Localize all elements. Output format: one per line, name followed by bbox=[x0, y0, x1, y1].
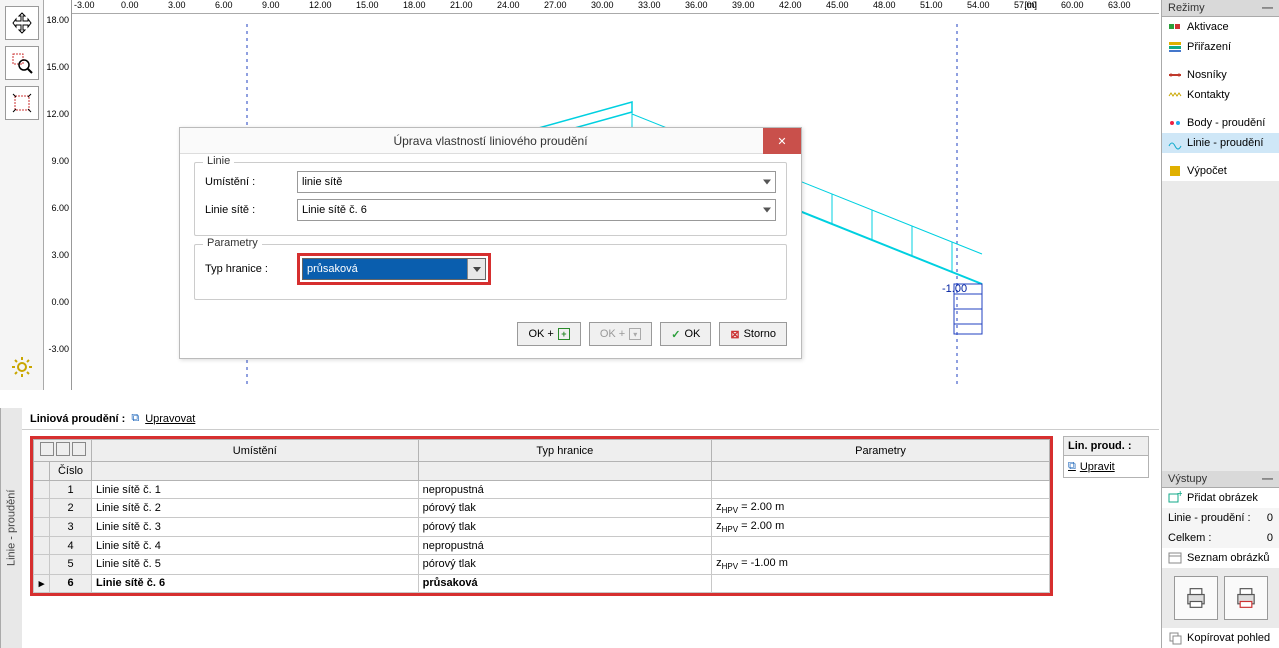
svg-text:+: + bbox=[1177, 491, 1182, 500]
ruler-left: 18.0015.0012.009.006.003.000.00-3.00 bbox=[44, 0, 72, 390]
mode-body-proudeni[interactable]: Body - proudění bbox=[1162, 113, 1279, 133]
panel-header-outputs: Výstupy — bbox=[1162, 471, 1279, 488]
collapse-icon[interactable]: — bbox=[1262, 2, 1273, 14]
output-count-celkem: Celkem :0 bbox=[1162, 528, 1279, 548]
col-umisteni: Umístění bbox=[92, 440, 419, 462]
side-edit-box: Lin. proud. : ⧉Upravit bbox=[1063, 436, 1149, 602]
table-row[interactable]: 4Linie sítě č. 4nepropustná bbox=[34, 537, 1050, 555]
ok-plus-button[interactable]: OK ++ bbox=[517, 322, 580, 346]
legend-parametry: Parametry bbox=[203, 237, 262, 249]
legend-linie: Linie bbox=[203, 155, 234, 167]
list-images-button[interactable]: Seznam obrázků bbox=[1162, 548, 1279, 568]
select-typ-hranice[interactable]: průsaková bbox=[302, 258, 486, 280]
settings-gear[interactable] bbox=[5, 350, 39, 384]
move-tool[interactable] bbox=[5, 6, 39, 40]
select-linie-site[interactable]: Linie sítě č. 6 bbox=[297, 199, 776, 221]
ok-button[interactable]: ✓OK bbox=[660, 322, 711, 346]
fieldset-parametry: Parametry Typ hranice : průsaková bbox=[194, 244, 787, 300]
dialog-title-text: Úprava vlastností liniového proudění bbox=[180, 134, 801, 148]
table-row[interactable]: 1Linie sítě č. 1nepropustná bbox=[34, 481, 1050, 499]
ok-down-button: OK +▾ bbox=[589, 322, 652, 346]
line-flow-table: Umístění Typ hranice Parametry Číslo 1Li… bbox=[33, 439, 1050, 593]
modes-list: Aktivace Přiřazení Nosníky Kontakty Body… bbox=[1162, 17, 1279, 181]
bottom-panel: Linie - proudění Liniová proudění : ⧉ Up… bbox=[0, 408, 1159, 648]
right-panel: Režimy — Aktivace Přiřazení Nosníky Kont… bbox=[1161, 0, 1279, 648]
side-edit-button[interactable]: ⧉Upravit bbox=[1068, 460, 1144, 473]
panel-header-modes: Režimy — bbox=[1162, 0, 1279, 17]
label-typ-hranice: Typ hranice : bbox=[205, 263, 297, 275]
bottom-header: Liniová proudění : ⧉ Upravovat bbox=[22, 408, 1159, 430]
table-row[interactable]: 3Linie sítě č. 3pórový tlakzHPV = 2.00 m bbox=[34, 518, 1050, 537]
collapse-icon[interactable]: — bbox=[1262, 473, 1273, 485]
label-linie-site: Linie sítě : bbox=[205, 204, 297, 216]
annotation-value: -1.00 bbox=[942, 283, 967, 295]
edit-link[interactable]: Upravovat bbox=[145, 413, 195, 425]
table-highlight: Umístění Typ hranice Parametry Číslo 1Li… bbox=[30, 436, 1053, 596]
mode-vypocet[interactable]: Výpočet bbox=[1162, 161, 1279, 181]
vertical-tab-linie-proudeni[interactable]: Linie - proudění bbox=[0, 408, 22, 648]
print-pdf-button[interactable] bbox=[1224, 576, 1268, 620]
fit-tool[interactable] bbox=[5, 86, 39, 120]
chevron-down-icon bbox=[467, 259, 485, 279]
col-parametry: Parametry bbox=[712, 440, 1050, 462]
mode-kontakty[interactable]: Kontakty bbox=[1162, 85, 1279, 105]
cancel-button[interactable]: ⊠Storno bbox=[719, 322, 787, 346]
table-row[interactable]: 2Linie sítě č. 2pórový tlakzHPV = 2.00 m bbox=[34, 499, 1050, 518]
fieldset-linie: Linie Umístění : linie sítě Linie sítě :… bbox=[194, 162, 787, 236]
mode-nosniky[interactable]: Nosníky bbox=[1162, 65, 1279, 85]
highlight-typ-hranice: průsaková bbox=[297, 253, 491, 285]
ruler-top: [m] -3.000.003.006.009.0012.0015.0018.00… bbox=[44, 0, 1159, 14]
dialog-titlebar[interactable]: Úprava vlastností liniového proudění ✕ bbox=[180, 128, 801, 154]
table-row[interactable]: ▸6Linie sítě č. 6průsaková bbox=[34, 574, 1050, 592]
label-umisteni: Umístění : bbox=[205, 176, 297, 188]
mode-linie-proudeni[interactable]: Linie - proudění bbox=[1162, 133, 1279, 153]
dialog-close-button[interactable]: ✕ bbox=[763, 128, 801, 154]
mode-prirazeni[interactable]: Přiřazení bbox=[1162, 37, 1279, 57]
left-toolbar bbox=[0, 0, 44, 390]
print-button[interactable] bbox=[1174, 576, 1218, 620]
col-typ-hranice: Typ hranice bbox=[418, 440, 711, 462]
select-umisteni[interactable]: linie sítě bbox=[297, 171, 776, 193]
zoom-tool[interactable] bbox=[5, 46, 39, 80]
add-image-button[interactable]: +Přidat obrázek bbox=[1162, 488, 1279, 508]
mode-aktivace[interactable]: Aktivace bbox=[1162, 17, 1279, 37]
copy-view-button[interactable]: Kopírovat pohled bbox=[1162, 628, 1279, 648]
table-row[interactable]: 5Linie sítě č. 5pórový tlakzHPV = -1.00 … bbox=[34, 555, 1050, 574]
output-count-linie: Linie - proudění :0 bbox=[1162, 508, 1279, 528]
dialog-line-flow-edit: Úprava vlastností liniového proudění ✕ L… bbox=[179, 127, 802, 359]
